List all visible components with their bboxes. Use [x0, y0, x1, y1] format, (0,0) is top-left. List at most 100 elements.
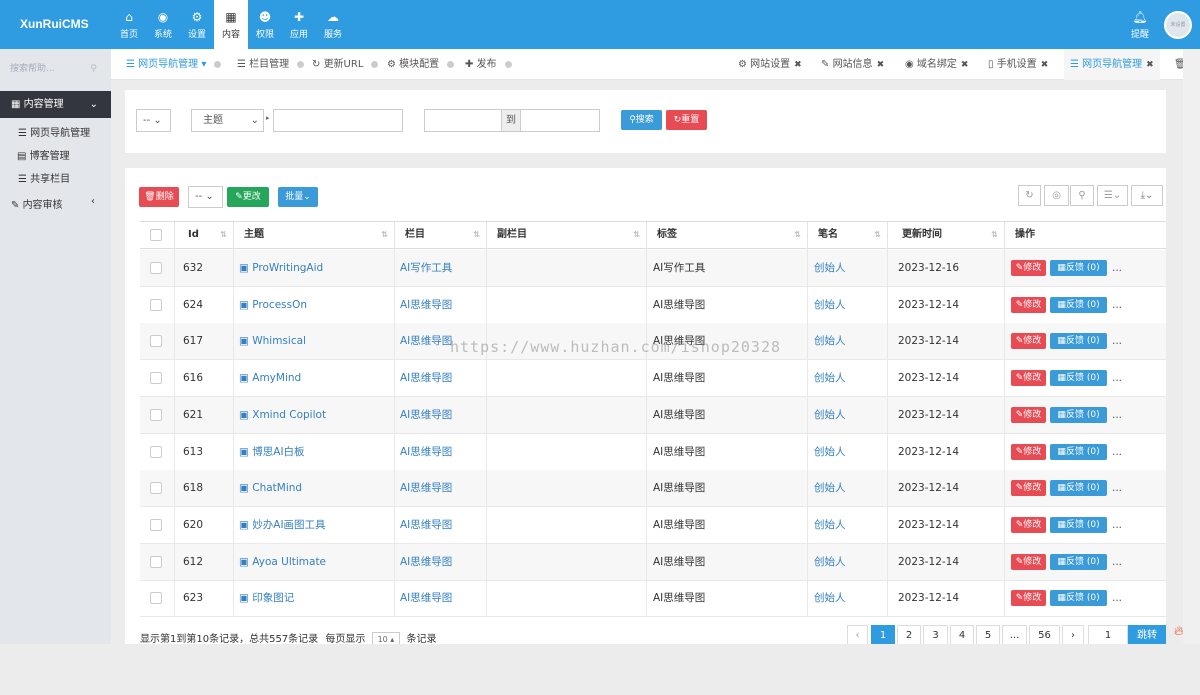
cell-author[interactable]: 创始人 — [808, 323, 888, 361]
edit-button[interactable]: ✎修改 — [1011, 370, 1046, 387]
cell-author[interactable]: 创始人 — [808, 360, 888, 398]
sidebar-item-review[interactable]: ✎ 内容审核 ‹ — [11, 196, 95, 211]
filter-select[interactable]: -- ⌄ — [136, 109, 171, 132]
cell-author[interactable]: 创始人 — [808, 470, 888, 508]
more-button[interactable]: ... — [1112, 397, 1122, 434]
close-icon[interactable]: ✖ — [794, 60, 802, 70]
header-category[interactable]: 栏目 ⇅ — [395, 222, 487, 250]
cell-title[interactable]: ▣ Ayoa Ultimate — [234, 543, 395, 581]
delete-button[interactable]: 🗑︎删除 — [139, 187, 179, 207]
header-subcategory[interactable]: 副栏目 ⇅ — [487, 222, 647, 250]
more-button[interactable]: ... — [1112, 250, 1122, 287]
edit-button[interactable]: ✎修改 — [1011, 333, 1046, 350]
select-all-checkbox[interactable] — [150, 229, 162, 241]
feedback-button[interactable]: ▦反馈 (0) — [1050, 443, 1107, 460]
tab-category[interactable]: ☰ 栏目管理 — [237, 49, 305, 80]
keyword-input[interactable] — [273, 109, 403, 132]
title-link[interactable]: 妙办AI画图工具 — [252, 519, 325, 531]
title-link[interactable]: ProcessOn — [252, 299, 307, 311]
tab-site-info[interactable]: ✎ 网站信息 ✖ — [821, 49, 884, 80]
close-icon[interactable]: ✖ — [1041, 60, 1049, 70]
tab-update-url[interactable]: ↻ 更新URL — [312, 49, 379, 80]
title-link[interactable]: Ayoa Ultimate — [252, 556, 326, 568]
sidebar-section-content[interactable]: ▦ 内容管理 ⌄ — [0, 91, 111, 118]
search-icon[interactable]: ⚲ — [90, 58, 97, 80]
tab-nav-manage-active[interactable]: ☰ 网页导航管理 ✖ — [1064, 49, 1160, 80]
sidebar-item-nav[interactable]: ☰ 网页导航管理 — [18, 124, 90, 139]
right-scrollbar[interactable] — [1183, 49, 1200, 644]
cell-title[interactable]: ▣ ChatMind — [234, 470, 395, 508]
edit-button[interactable]: ✎修改 — [1011, 296, 1046, 313]
more-button[interactable]: ... — [1112, 470, 1122, 507]
title-link[interactable]: ProWritingAid — [252, 262, 323, 274]
edit-button[interactable]: ✎修改 — [1011, 516, 1046, 533]
edit-button[interactable]: ✎修改 — [1011, 406, 1046, 423]
row-checkbox[interactable] — [150, 372, 162, 385]
feedback-button[interactable]: ▦反馈 (0) — [1050, 590, 1107, 607]
tab-domain[interactable]: ◉ 域名绑定 ✖ — [905, 49, 968, 80]
feedback-button[interactable]: ▦反馈 (0) — [1050, 260, 1107, 276]
row-checkbox[interactable] — [150, 262, 162, 274]
cell-category[interactable]: AI思维导图 — [395, 470, 487, 508]
title-link[interactable]: 博思AI白板 — [252, 446, 304, 458]
nav-apps[interactable]: ✚ 应用 — [282, 0, 316, 49]
header-title[interactable]: 主题 ⇅ — [234, 222, 395, 250]
cell-author[interactable]: 创始人 — [808, 250, 888, 287]
cell-category[interactable]: AI思维导图 — [395, 506, 487, 544]
nav-home[interactable]: ⌂ 首页 — [112, 0, 146, 49]
cell-category[interactable]: AI思维导图 — [395, 360, 487, 398]
title-link[interactable]: ChatMind — [252, 482, 302, 494]
sidebar-search-input[interactable]: 搜索帮助... ⚲ — [10, 58, 101, 80]
eye-icon[interactable]: ◎ — [1044, 185, 1069, 206]
close-icon[interactable]: ✖ — [877, 60, 885, 70]
cell-author[interactable]: 创始人 — [808, 580, 888, 618]
more-button[interactable]: ... — [1112, 360, 1122, 397]
cell-category[interactable]: AI思维导图 — [395, 433, 487, 471]
cell-category[interactable]: AI思维导图 — [395, 396, 487, 434]
cell-author[interactable]: 创始人 — [808, 543, 888, 581]
title-link[interactable]: Xmind Copilot — [252, 409, 326, 421]
more-button[interactable]: ... — [1112, 323, 1122, 360]
cell-author[interactable]: 创始人 — [808, 396, 888, 434]
header-updated[interactable]: 更新时间 ⇅ — [888, 222, 1005, 250]
avatar[interactable]: 未设置 — [1164, 11, 1192, 39]
row-checkbox[interactable] — [150, 555, 162, 568]
cell-author[interactable]: 创始人 — [808, 286, 888, 324]
edit-button[interactable]: ✎修改 — [1011, 443, 1046, 460]
date-end-input[interactable] — [520, 109, 600, 132]
sidebar-item-blog[interactable]: ▤ 博客管理 — [17, 147, 70, 162]
header-author[interactable]: 笔名 ⇅ — [808, 222, 888, 250]
feedback-button[interactable]: ▦反馈 (0) — [1050, 370, 1107, 387]
cell-author[interactable]: 创始人 — [808, 433, 888, 471]
feedback-button[interactable]: ▦反馈 (0) — [1050, 333, 1107, 350]
tab-site-settings[interactable]: ⚙ 网站设置 ✖ — [738, 49, 802, 80]
feedback-button[interactable]: ▦反馈 (0) — [1050, 480, 1107, 497]
row-checkbox[interactable] — [150, 518, 162, 531]
nav-permissions[interactable]: ☻ 权限 — [248, 0, 282, 49]
search-icon[interactable]: ⚲ — [1070, 185, 1094, 206]
notify-button[interactable]: 🔔︎ 提醒 — [1128, 10, 1152, 40]
cell-category[interactable]: AI思维导图 — [395, 543, 487, 581]
bulk-select[interactable]: -- ⌄ — [188, 186, 223, 208]
row-checkbox[interactable] — [150, 335, 162, 348]
columns-icon[interactable]: ☰⌄ — [1097, 185, 1128, 206]
cell-category[interactable]: AI写作工具 — [395, 250, 487, 287]
row-checkbox[interactable] — [150, 482, 162, 495]
refresh-icon[interactable]: ↻ — [1018, 185, 1041, 206]
tab-module[interactable]: ⚙ 模块配置 — [387, 49, 455, 80]
edit-button[interactable]: ✎修改 — [1011, 590, 1046, 607]
title-link[interactable]: 印象图记 — [252, 592, 294, 604]
cell-title[interactable]: ▣ Xmind Copilot — [234, 396, 395, 434]
batch-button[interactable]: 批量⌄ — [278, 187, 318, 207]
tab-publish[interactable]: ✚ 发布 — [465, 49, 512, 80]
row-checkbox[interactable] — [150, 592, 162, 605]
nav-system[interactable]: ◉ 系统 — [146, 0, 180, 49]
close-icon[interactable]: ✖ — [1146, 60, 1154, 70]
cell-category[interactable]: AI思维导图 — [395, 286, 487, 324]
title-link[interactable]: Whimsical — [252, 335, 306, 347]
fire-icon[interactable]: 🔥︎ — [1174, 624, 1184, 639]
more-button[interactable]: ... — [1112, 287, 1122, 324]
header-tag[interactable]: 标签 ⇅ — [647, 222, 808, 250]
edit-button[interactable]: ✎修改 — [1011, 260, 1046, 276]
cell-title[interactable]: ▣ ProWritingAid — [234, 250, 395, 287]
